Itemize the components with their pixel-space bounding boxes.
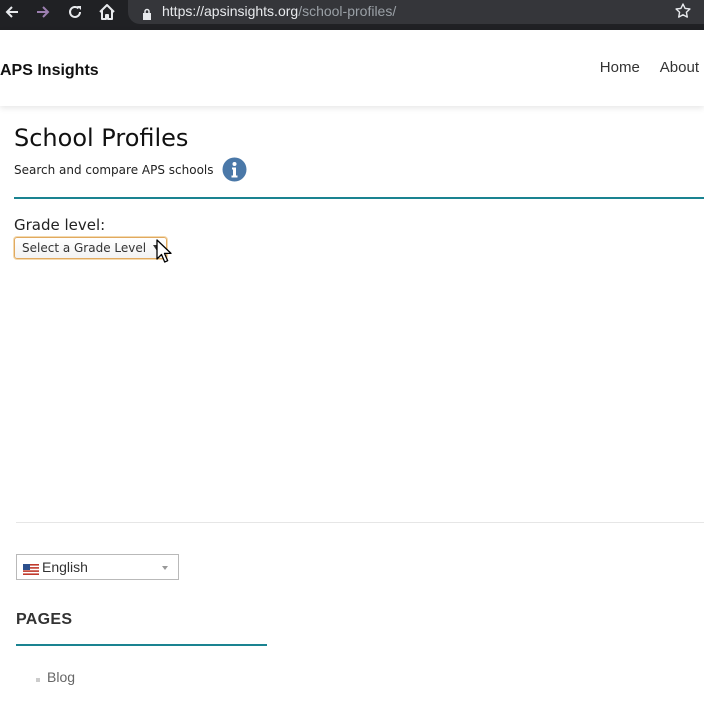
grade-level-select-value: Select a Grade Level xyxy=(22,241,147,255)
pages-heading-rule xyxy=(16,644,267,646)
pages-link-blog[interactable]: Blog xyxy=(47,669,75,685)
url-path: /school-profiles/ xyxy=(298,3,397,19)
list-item: Blog xyxy=(36,669,75,685)
nav-about-link[interactable]: About xyxy=(660,59,699,76)
home-icon[interactable] xyxy=(95,0,119,24)
info-icon[interactable] xyxy=(222,157,247,186)
us-flag-icon xyxy=(23,562,39,575)
url-text: https://apsinsights.org/school-profiles/ xyxy=(162,3,396,19)
bullet-icon xyxy=(36,678,40,682)
section-divider xyxy=(14,197,704,199)
footer-divider xyxy=(16,522,704,523)
browser-toolbar: https://apsinsights.org/school-profiles/ xyxy=(0,0,704,30)
top-nav: Home About xyxy=(580,59,704,76)
language-select-value: English xyxy=(42,559,88,575)
pages-heading: PAGES xyxy=(16,611,73,628)
back-icon[interactable] xyxy=(0,0,24,24)
grade-level-select[interactable]: Select a Grade Level xyxy=(14,237,167,259)
lock-icon xyxy=(142,5,152,24)
star-icon[interactable] xyxy=(674,2,692,24)
page-subtitle: Search and compare APS schools xyxy=(14,163,214,177)
url-host: https://apsinsights.org xyxy=(162,3,299,19)
grade-level-label: Grade level: xyxy=(14,216,106,234)
pages-list: Blog xyxy=(36,669,75,685)
language-select[interactable]: English xyxy=(16,554,179,580)
nav-home-link[interactable]: Home xyxy=(600,59,640,76)
reload-icon[interactable] xyxy=(63,0,87,24)
page-title: School Profiles xyxy=(14,124,189,152)
chevron-down-icon xyxy=(162,566,168,570)
forward-icon[interactable] xyxy=(31,0,55,24)
mouse-pointer-icon xyxy=(156,239,174,269)
address-bar[interactable]: https://apsinsights.org/school-profiles/ xyxy=(128,0,704,24)
site-brand[interactable]: APS Insights xyxy=(0,62,99,80)
site-header: APS Insights Home About xyxy=(0,30,704,106)
